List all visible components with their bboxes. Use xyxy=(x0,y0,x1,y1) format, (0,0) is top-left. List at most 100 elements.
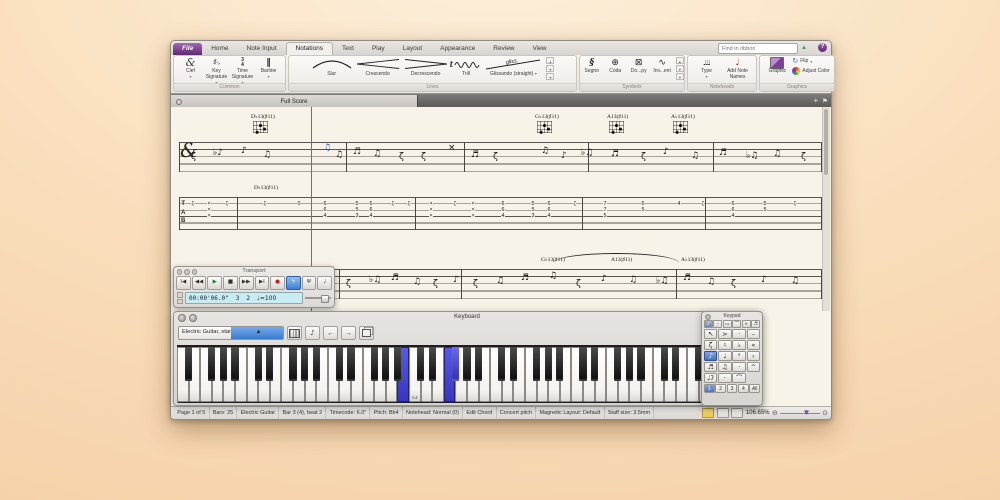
voice-button-1[interactable]: 1 xyxy=(704,384,715,393)
piano-key-black[interactable] xyxy=(637,347,644,381)
keypad-tab-common-notes[interactable]: ♪ xyxy=(704,320,713,328)
note-glyph[interactable]: ζ xyxy=(576,280,581,289)
note-glyph[interactable]: ♫ xyxy=(707,278,715,287)
tab-numbers[interactable]: ζ xyxy=(407,201,410,207)
note-glyph[interactable]: ♫ xyxy=(413,278,421,287)
tab-notations[interactable]: Notations xyxy=(286,42,333,55)
tab-numbers[interactable]: 664 xyxy=(547,201,551,220)
zoom-out-icon[interactable]: ⊖ xyxy=(772,408,778,418)
piano-key-black[interactable] xyxy=(614,347,621,381)
tab-numbers[interactable]: ζ xyxy=(453,201,456,207)
chord-symbol[interactable]: G♭13(♯11) xyxy=(541,257,565,263)
duplicate-icon[interactable] xyxy=(359,326,374,340)
piano-key-black[interactable] xyxy=(672,347,679,381)
tab-numbers[interactable]: ζ xyxy=(793,201,796,207)
tab-numbers[interactable]: ××× xyxy=(207,201,211,220)
piano-keyboard[interactable]: C4 xyxy=(177,345,757,403)
note-glyph[interactable]: ♫ xyxy=(496,277,504,286)
tab-text[interactable]: Text xyxy=(333,43,363,55)
note-glyph[interactable]: ♭♫ xyxy=(746,152,758,161)
keypad-button[interactable]: – xyxy=(747,329,760,339)
piano-key-black[interactable] xyxy=(533,347,540,381)
panel-control-dots[interactable] xyxy=(178,314,197,322)
tab-filter-icon[interactable]: ⚑ xyxy=(822,95,828,107)
octave-right-icon[interactable]: → xyxy=(341,326,356,340)
piano-key-black[interactable] xyxy=(394,347,401,381)
flip-button[interactable]: ↻Flip▾ xyxy=(792,57,829,65)
move-playback-line-button[interactable]: ♩ xyxy=(317,276,332,290)
note-glyph[interactable]: ♫ xyxy=(263,151,271,160)
tab-home-icon[interactable] xyxy=(176,99,182,105)
tab-review[interactable]: Review xyxy=(484,43,523,55)
note-glyph[interactable]: ♬ xyxy=(391,274,399,283)
stop-button[interactable]: ■ xyxy=(223,276,238,290)
add-note-names-button[interactable]: ♩Add Note Names xyxy=(722,57,753,81)
status-electric-guitar[interactable]: Electric Guitar xyxy=(237,407,279,419)
select-stepper-icon[interactable]: ▲▼ xyxy=(231,327,283,339)
status-bar-3-4-beat-2[interactable]: Bar 3 (4), beat 2 xyxy=(279,407,326,419)
note-glyph[interactable]: ♭♪ xyxy=(213,149,223,158)
chord-diagram[interactable] xyxy=(253,121,268,133)
chord-symbol[interactable]: A13(♯11) xyxy=(611,257,632,263)
fast-forward-button[interactable]: ▶▶ xyxy=(239,276,254,290)
status-notehead[interactable]: Notehead: Normal (0) xyxy=(403,407,463,419)
note-glyph[interactable]: × xyxy=(448,144,456,153)
status-concert-pitch[interactable]: Concert pitch xyxy=(497,407,537,419)
crescendo-button[interactable]: Crescendo xyxy=(354,57,402,77)
note-glyph[interactable]: ♭♫ xyxy=(581,149,593,158)
note-glyph[interactable]: ♫ xyxy=(335,151,343,160)
tab-file[interactable]: File xyxy=(173,43,202,55)
piano-key-black[interactable] xyxy=(556,347,563,381)
coda-button[interactable]: ⊕Coda xyxy=(603,57,626,75)
tab-numbers[interactable]: ζ xyxy=(263,201,266,207)
barline-button[interactable]: ‖Barline▾ xyxy=(256,57,282,79)
tab-home[interactable]: Home xyxy=(202,43,237,55)
note-glyph[interactable]: ♭♫ xyxy=(656,277,668,286)
tab-appearance[interactable]: Appearance xyxy=(431,43,484,55)
note-glyph[interactable]: ζ xyxy=(433,280,438,289)
minimize-ribbon-icon[interactable]: ▲ xyxy=(801,44,807,53)
note-input-icon[interactable]: ♪ xyxy=(305,326,320,340)
go-to-start-button[interactable]: I◀ xyxy=(176,276,191,290)
note-glyph[interactable]: ♬ xyxy=(471,151,479,160)
note-glyph[interactable]: ♬ xyxy=(521,274,529,283)
voice-button-4[interactable]: 4 xyxy=(738,384,749,393)
note-glyph[interactable]: ζ xyxy=(641,153,646,162)
note-glyph[interactable]: ♪ xyxy=(761,276,767,285)
piano-key-black[interactable] xyxy=(475,347,482,381)
keyboard-panel[interactable]: Keyboard Electric Guitar, standard tunin… xyxy=(173,311,761,406)
keypad-button[interactable]: ° xyxy=(732,351,745,361)
note-glyph[interactable]: ♪ xyxy=(453,276,459,285)
status-edit-chord[interactable]: Edit Chord xyxy=(463,407,496,419)
note-glyph[interactable]: ♪ xyxy=(561,152,567,161)
chord-symbol[interactable]: D♭13(♯11) xyxy=(254,185,278,191)
keypad-tab-accidentals[interactable]: ♬ xyxy=(751,320,760,328)
segno-button[interactable]: §Segno xyxy=(580,57,603,75)
note-glyph[interactable]: ζ xyxy=(473,280,478,289)
piano-key-black[interactable] xyxy=(208,347,215,381)
tab-numbers[interactable]: ζ xyxy=(573,201,576,207)
note-glyph[interactable]: ♬ xyxy=(353,148,361,157)
keypad-tab-jazz-articulations[interactable]: × xyxy=(742,320,751,328)
chord-symbol[interactable]: A13(♯11) xyxy=(607,114,628,133)
play-button[interactable]: ▶ xyxy=(207,276,222,290)
piano-key-black[interactable] xyxy=(301,347,308,381)
piano-key-black[interactable] xyxy=(661,347,668,381)
tab-numbers[interactable]: 664 xyxy=(369,201,373,220)
status-timecode[interactable]: Timecode: 6.0" xyxy=(326,407,370,419)
chord-diagram[interactable] xyxy=(537,121,552,133)
keypad-tab-articulations[interactable]: ⌒ xyxy=(732,320,741,328)
tab-numbers[interactable]: 553 xyxy=(355,201,359,220)
live-playback-button[interactable]: ϟ xyxy=(286,276,301,290)
note-glyph[interactable]: ♫ xyxy=(629,276,637,285)
tab-numbers[interactable]: ζ xyxy=(225,201,228,207)
glissando-straight-button[interactable]: gliss.Glissando (straight) ▾ xyxy=(482,57,544,77)
adjust-color-button[interactable]: Adjust Color xyxy=(792,67,829,75)
piano-key-black[interactable] xyxy=(347,347,354,381)
tab-numbers[interactable]: 664 xyxy=(323,201,327,220)
octave-left-icon[interactable]: ← xyxy=(323,326,338,340)
tab-numbers[interactable]: ζ xyxy=(701,201,704,207)
piano-key-black[interactable] xyxy=(336,347,343,381)
status-magnetic-layout[interactable]: Magnetic Layout: Default xyxy=(536,407,604,419)
voice-button-3[interactable]: 3 xyxy=(727,384,738,393)
